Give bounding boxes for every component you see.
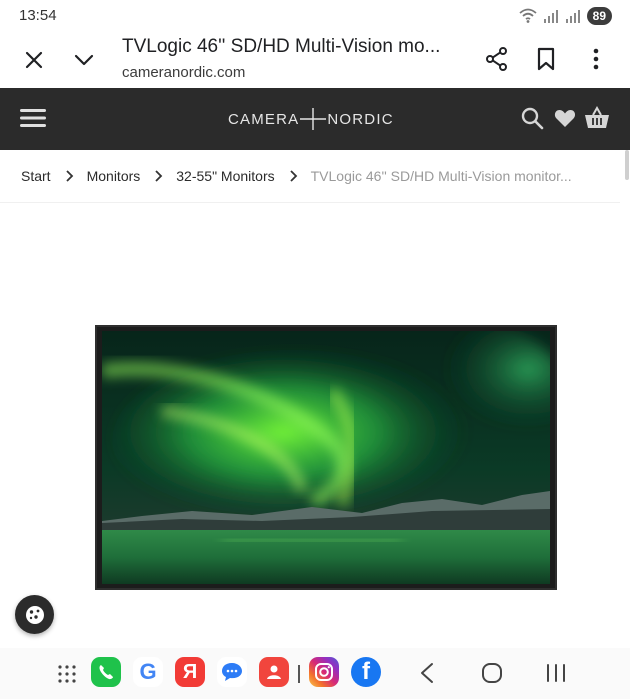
status-time: 13:54 [19,7,57,24]
back-icon[interactable] [418,662,436,684]
cookie-settings-button[interactable] [15,595,54,634]
app-drawer-icon[interactable] [58,665,76,683]
chevron-right-icon [289,170,297,182]
logo-text-right: NORDIC [327,110,394,128]
status-icons: 89 [519,7,612,25]
contacts-app-icon[interactable] [259,657,289,687]
share-icon[interactable] [484,46,510,72]
dock-divider [298,665,300,683]
instagram-app-icon[interactable] [309,657,339,687]
signal-icon [565,10,580,23]
cart-basket-icon[interactable] [584,105,610,131]
aurora-landscape-picture [102,331,550,584]
menu-icon[interactable] [20,107,46,129]
search-icon[interactable] [520,106,544,130]
home-icon[interactable] [481,662,503,684]
yandex-app-label: Я [182,660,198,683]
breadcrumb: Start Monitors 32-55" Monitors TVLogic 4… [21,160,572,192]
facebook-app-icon[interactable]: f [351,657,381,687]
more-options-icon[interactable] [586,46,606,72]
yandex-app-icon[interactable]: Я [175,657,205,687]
messages-app-icon[interactable] [217,657,247,687]
product-image[interactable] [95,325,557,590]
recent-apps-icon[interactable] [545,663,567,683]
signal-icon [543,10,558,23]
wifi-icon [519,8,537,23]
phone-app-icon[interactable] [91,657,121,687]
system-navigation-bar: G Я f [0,648,630,699]
google-app-label: G [139,659,157,684]
chevron-down-icon[interactable] [72,48,96,72]
google-app-icon[interactable]: G [133,657,163,687]
breadcrumb-current: TVLogic 46'' SD/HD Multi-Vision monitor.… [310,168,572,184]
divider [0,202,620,203]
chevron-right-icon [155,170,163,182]
logo-crosshair-icon [300,108,327,130]
facebook-app-label: f [362,658,370,685]
breadcrumb-item-monitors[interactable]: Monitors [87,168,141,184]
page-scrollbar[interactable] [625,150,629,180]
page-url: cameranordic.com [122,64,246,81]
battery-level: 89 [586,7,612,25]
bookmark-icon[interactable] [535,46,557,72]
chevron-right-icon [65,170,73,182]
site-logo[interactable]: CAMERA NORDIC [228,108,394,130]
status-bar: 13:54 89 [0,0,630,34]
close-icon[interactable] [22,48,46,72]
custom-tab-toolbar: TVLogic 46'' SD/HD Multi-Vision mo... ca… [0,34,630,88]
monitor-screen-aurora-image [102,331,550,584]
cookie-icon [25,605,44,624]
breadcrumb-item-start[interactable]: Start [21,168,51,184]
wishlist-heart-icon[interactable] [553,106,577,130]
logo-text-left: CAMERA [228,110,300,128]
site-header: CAMERA NORDIC [0,88,630,150]
breadcrumb-item-32-55-monitors[interactable]: 32-55" Monitors [176,168,274,184]
page-title: TVLogic 46'' SD/HD Multi-Vision mo... [122,36,441,57]
